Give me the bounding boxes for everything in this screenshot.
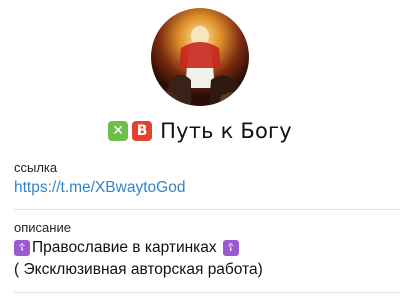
description-line-2: ( Эксклюзивная авторская работа) bbox=[14, 259, 400, 281]
cross-mark-emoji-icon: ✕ bbox=[108, 121, 129, 141]
channel-title-row: ✕ В Путь к Богу bbox=[0, 117, 400, 145]
description-text-1: Православие в картинках bbox=[32, 239, 217, 256]
channel-avatar[interactable] bbox=[151, 8, 249, 106]
channel-link[interactable]: https://t.me/XBwaytoGod bbox=[14, 179, 400, 197]
religious-painting-avatar bbox=[151, 8, 249, 106]
divider bbox=[14, 292, 400, 293]
channel-title: Путь к Богу bbox=[160, 119, 292, 143]
description-line-1: ☦ Православие в картинках ☦ bbox=[14, 237, 400, 259]
link-section: ссылка https://t.me/XBwaytoGod bbox=[14, 160, 400, 197]
link-label: ссылка bbox=[14, 160, 58, 175]
orthodox-cross-icon: ☦ bbox=[222, 240, 239, 256]
divider bbox=[14, 209, 400, 210]
description-section: описание ☦ Православие в картинках ☦ ( Э… bbox=[14, 220, 400, 281]
description-text-2: ( Эксклюзивная авторская работа) bbox=[14, 261, 263, 278]
description-label: описание bbox=[14, 220, 71, 235]
letter-v-emoji-icon: В bbox=[132, 121, 153, 141]
orthodox-cross-icon: ☦ bbox=[14, 240, 30, 256]
